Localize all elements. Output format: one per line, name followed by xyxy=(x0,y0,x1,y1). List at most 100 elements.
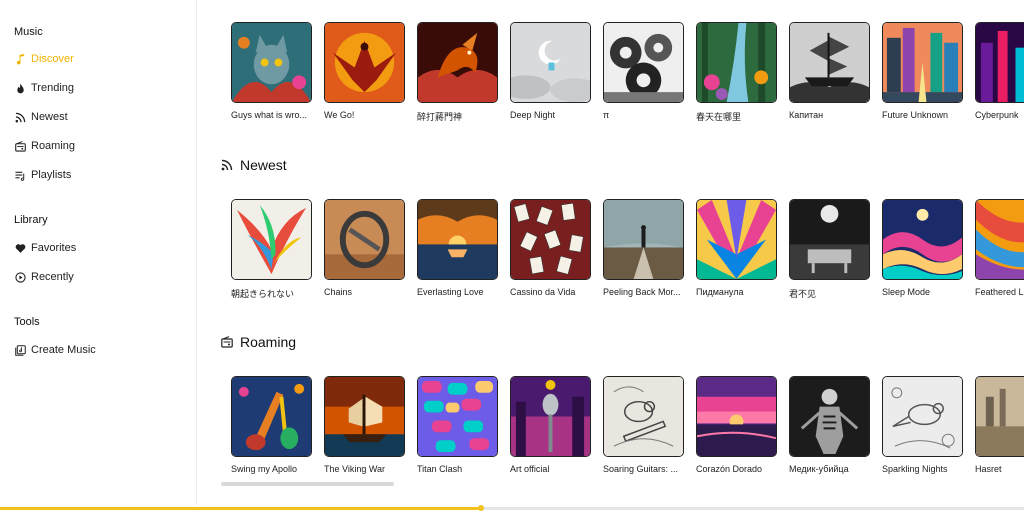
song-card[interactable]: Everlasting Love xyxy=(417,199,498,300)
song-card[interactable]: Пидманула xyxy=(696,199,777,300)
song-title: Corazón Dorado xyxy=(696,464,763,474)
song-cover xyxy=(975,199,1024,280)
sidebar-item-label: Playlists xyxy=(31,169,72,181)
song-cover xyxy=(231,376,312,457)
newest-section-header: Newest xyxy=(221,157,287,173)
flame-icon xyxy=(14,82,26,94)
song-card[interactable]: Titan Clash xyxy=(417,376,498,474)
song-title: Капитан xyxy=(789,110,824,120)
trending-row: Guys what is wro... We Go! 醉打蔣門神 Deep Ni… xyxy=(231,22,1024,123)
song-title: 醉打蔣門神 xyxy=(417,112,463,122)
song-title: Swing my Apollo xyxy=(231,464,298,474)
song-cover xyxy=(789,199,870,280)
sidebar-item-newest[interactable]: Newest xyxy=(14,107,68,127)
song-cover xyxy=(882,22,963,103)
song-card[interactable]: Sleep Mode xyxy=(882,199,963,300)
song-cover xyxy=(324,376,405,457)
radio-icon xyxy=(14,140,26,152)
song-card[interactable]: Cassino da Vida xyxy=(510,199,591,300)
song-title: Пидманула xyxy=(696,287,744,297)
song-title: Deep Night xyxy=(510,110,556,120)
sidebar-item-label: Trending xyxy=(31,82,75,94)
song-cover xyxy=(789,22,870,103)
song-card[interactable]: Sparkling Nights xyxy=(882,376,963,474)
song-card[interactable]: Corazón Dorado xyxy=(696,376,777,474)
song-card[interactable]: Cyberpunk xyxy=(975,22,1024,123)
playlist-icon xyxy=(14,169,26,181)
song-card[interactable]: Swing my Apollo xyxy=(231,376,312,474)
playback-progress-fill xyxy=(0,507,482,510)
sidebar-item-label: Recently xyxy=(31,271,74,283)
song-card[interactable]: Chains xyxy=(324,199,405,300)
radio-icon xyxy=(221,336,233,348)
song-card[interactable]: Feathered L xyxy=(975,199,1024,300)
song-title: 春天在哪里 xyxy=(696,112,742,122)
song-cover xyxy=(696,199,777,280)
song-cover xyxy=(975,376,1024,457)
song-cover xyxy=(696,22,777,103)
sidebar-item-playlists[interactable]: Playlists xyxy=(14,165,71,185)
song-card[interactable]: Art official xyxy=(510,376,591,474)
roaming-row: Swing my Apollo The Viking War Titan Cla… xyxy=(231,376,1024,474)
song-title: Cassino da Vida xyxy=(510,287,576,297)
song-title: Future Unknown xyxy=(882,110,949,120)
sidebar-item-label: Create Music xyxy=(31,344,96,356)
sidebar-item-roaming[interactable]: Roaming xyxy=(14,136,75,156)
song-card[interactable]: The Viking War xyxy=(324,376,405,474)
song-card[interactable]: 春天在哪里 xyxy=(696,22,777,123)
song-card[interactable]: Hasret xyxy=(975,376,1024,474)
song-cover xyxy=(231,22,312,103)
sidebar-item-trending[interactable]: Trending xyxy=(14,78,74,98)
song-title: We Go! xyxy=(324,110,355,120)
song-card[interactable]: Капитан xyxy=(789,22,870,123)
sidebar-item-label: Discover xyxy=(31,53,74,65)
song-cover xyxy=(696,376,777,457)
song-card[interactable]: 朝起きられない xyxy=(231,199,312,300)
section-title: Newest xyxy=(240,157,287,173)
song-title: Feathered L xyxy=(975,287,1024,297)
song-cover xyxy=(324,22,405,103)
song-title: 朝起きられない xyxy=(231,289,295,299)
song-cover xyxy=(882,199,963,280)
song-cover xyxy=(510,199,591,280)
song-title: Everlasting Love xyxy=(417,287,484,297)
music-heading: Music xyxy=(14,26,43,38)
song-card[interactable]: Deep Night xyxy=(510,22,591,123)
music-note-icon xyxy=(14,53,26,65)
sidebar-item-favorites[interactable]: Favorites xyxy=(14,238,76,258)
song-cover xyxy=(603,376,684,457)
song-cover xyxy=(789,376,870,457)
roaming-section-header: Roaming xyxy=(221,334,296,350)
song-card[interactable]: Soaring Guitars: ... xyxy=(603,376,684,474)
song-cover xyxy=(324,199,405,280)
song-cover xyxy=(603,22,684,103)
horizontal-scrollbar[interactable] xyxy=(221,482,394,486)
playback-progress-knob[interactable] xyxy=(478,505,485,511)
library-heading: Library xyxy=(14,214,48,226)
sidebar-item-recently[interactable]: Recently xyxy=(14,267,74,287)
song-card[interactable]: Guys what is wro... xyxy=(231,22,312,123)
song-cover xyxy=(417,199,498,280)
song-card[interactable]: Future Unknown xyxy=(882,22,963,123)
song-title: Sparkling Nights xyxy=(882,464,948,474)
song-cover xyxy=(603,199,684,280)
play-circle-icon xyxy=(14,271,26,283)
song-title: Soaring Guitars: ... xyxy=(603,464,679,474)
song-card[interactable]: 君不见 xyxy=(789,199,870,300)
song-cover xyxy=(882,376,963,457)
song-cover xyxy=(510,22,591,103)
song-card[interactable]: π xyxy=(603,22,684,123)
song-cover xyxy=(417,22,498,103)
song-card[interactable]: Медик-убийца xyxy=(789,376,870,474)
sidebar-item-create-music[interactable]: Create Music xyxy=(14,340,96,360)
playback-progress-bar[interactable] xyxy=(0,505,1024,511)
main-content: Guys what is wro... We Go! 醉打蔣門神 Deep Ni… xyxy=(198,0,1024,505)
song-card[interactable]: Peeling Back Mor... xyxy=(603,199,684,300)
song-card[interactable]: We Go! xyxy=(324,22,405,123)
song-title: 君不见 xyxy=(789,289,817,299)
create-music-icon xyxy=(14,344,26,356)
song-card[interactable]: 醉打蔣門神 xyxy=(417,22,498,123)
song-title: Guys what is wro... xyxy=(231,110,308,120)
sidebar-item-discover[interactable]: Discover xyxy=(14,49,74,69)
song-title: Peeling Back Mor... xyxy=(603,287,681,297)
